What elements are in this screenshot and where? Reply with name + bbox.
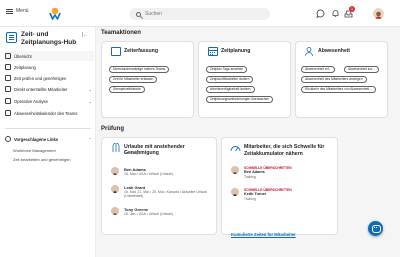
workday-logo-icon[interactable]: [49, 7, 61, 20]
sidebar-item-scheduling[interactable]: Zeitplanung: [5, 62, 94, 72]
sidebar-divider: [5, 128, 91, 129]
action-enter-time[interactable]: Zeit für Mitarbeiter erfassen: [109, 76, 158, 83]
time-off-icon: [112, 143, 120, 152]
sidebar-item-label: Abwesenheitskalender des Teams: [14, 110, 78, 116]
search-icon: [136, 11, 141, 17]
notification-badge: 1: [349, 6, 355, 12]
chevron-down-icon: ⌄: [88, 86, 92, 92]
action-overtime-requests[interactable]: Überstundenanträge meines Teams: [109, 66, 170, 73]
suggested-links-label: Vorgeschlagene Links: [14, 136, 59, 142]
calendar-icon: [5, 64, 11, 70]
page: Menü 1 Zeit- und Zeitp: [0, 0, 400, 257]
sidebar: Zeit- und Zeitplanungs-Hub |← Übersicht …: [0, 27, 96, 257]
suggested-links-header[interactable]: Vorgeschlagene Links ⌃: [5, 134, 94, 144]
action-correct-absence[interactable]: Abwesenheit kor...: [344, 66, 379, 73]
threshold-title: Mitarbeiter, die sich Schwelle für Zeita…: [244, 144, 325, 157]
action-return-from-leave[interactable]: Rückkehr des Mitarbeiters von Abwesenhei…: [301, 86, 376, 93]
person-team: Training: [244, 196, 256, 201]
person-meta: 16. Mai • USA • Urlaub (Urlaub): [124, 172, 173, 176]
clock-check-icon: [5, 75, 11, 81]
calendar-icon: [208, 47, 218, 56]
card-time-tracking: Zeiterfassung Überstundenanträge meines …: [101, 41, 194, 118]
hub-icon: [6, 32, 17, 43]
chart-icon: [5, 98, 11, 104]
sidebar-item-label: Übersicht: [14, 53, 32, 59]
card-accumulator-threshold: Mitarbeiter, die sich Schwelle für Zeita…: [221, 137, 338, 237]
avatar: [111, 185, 119, 193]
card-title: Abwesenheit: [318, 48, 350, 54]
avatar: [231, 166, 239, 174]
people-icon: [5, 86, 11, 92]
gauge-icon: [230, 146, 241, 152]
sidebar-item-direct-reports[interactable]: Direkt unterstellte Mitarbeiter ⌄: [5, 84, 94, 94]
sidebar-item-label: Zeitplanung: [14, 64, 36, 70]
card-pending-approvals: Urlaube mit anstehender Genehmigung 3 An…: [101, 137, 217, 235]
sidebar-item-label: Zeit prüfen und genehmigen: [14, 75, 67, 81]
person-meta: 16. Mai, 21. Mai • 25. Mai • Kanada • Ak…: [124, 190, 207, 199]
card-scheduling: Zeitplanung Zeitplan Tags ansehen Zeitpl…: [198, 41, 291, 118]
menu-button[interactable]: Menü: [6, 8, 29, 14]
menu-label: Menü: [16, 8, 29, 14]
action-view-schedule[interactable]: Zeitplan Tags ansehen: [206, 66, 248, 73]
chevron-down-icon: ⌄: [88, 98, 92, 104]
hub-title: Zeit- und Zeitplanungs-Hub: [21, 31, 77, 46]
action-view-worker-absence[interactable]: Abwesenheit des Mitarbeiters anzeigen: [301, 76, 367, 83]
top-bar: Menü 1: [0, 0, 400, 27]
sidebar-item-label: Operative Analyse: [14, 98, 48, 104]
sidebar-item-absence-calendar[interactable]: Abwesenheitskalender des Teams: [5, 108, 94, 118]
sidebar-item-operational-analysis[interactable]: Operative Analyse ⌄: [5, 96, 94, 106]
sidebar-item-overview[interactable]: Übersicht: [5, 51, 94, 61]
action-punch-history[interactable]: Stempelzeithistorie: [109, 86, 145, 93]
avatar: [111, 167, 119, 175]
card-title: Zeiterfassung: [124, 48, 159, 54]
user-avatar-image: [374, 11, 383, 19]
link-workforce-management[interactable]: Workforce Management: [13, 148, 56, 153]
action-change-schedule[interactable]: Zeitplan/Mitarbeiter ändern: [206, 76, 254, 83]
chat-icon[interactable]: [316, 9, 325, 18]
link-icon: [5, 136, 11, 142]
search-bar[interactable]: [129, 8, 270, 20]
home-icon: [5, 53, 11, 59]
approvals-count: 3 Anträge: [124, 151, 141, 155]
sidebar-header: Zeit- und Zeitplanungs-Hub: [6, 31, 94, 47]
absence-icon: [305, 47, 313, 56]
chevron-up-icon: ⌃: [88, 136, 92, 142]
search-input[interactable]: [145, 11, 255, 17]
user-avatar[interactable]: [373, 8, 384, 19]
action-enter-absence[interactable]: Abwesenheit erf...: [301, 66, 336, 73]
sidebar-item-review-time[interactable]: Zeit prüfen und genehmigen: [5, 73, 94, 83]
person-team: Training: [244, 174, 256, 179]
card-title: Zeitplanung: [221, 48, 251, 54]
team-actions-heading: Teamaktionen: [101, 30, 141, 36]
assistant-chat-button[interactable]: [368, 221, 383, 236]
person-meta: 16. Jan • USA • Urlaub (Urlaub): [124, 212, 173, 216]
sidebar-item-label: Direkt unterstellte Mitarbeiter: [14, 86, 68, 92]
action-change-availability[interactable]: Arbeitsverfügbarkeit ändern: [206, 86, 255, 93]
card-absence: Abwesenheit Abwesenheit erf... Abwesenhe…: [295, 41, 388, 118]
bell-icon[interactable]: [331, 9, 340, 18]
hamburger-icon: [6, 8, 13, 14]
action-monitor-requests[interactable]: Zeitplanungsanforderungen überwachen: [206, 96, 274, 103]
calendar-people-icon: [5, 110, 11, 116]
collapse-sidebar-icon[interactable]: |←: [82, 32, 88, 38]
avatar: [111, 207, 119, 215]
accumulated-time-link[interactable]: Kumulierte Zeiten für Mitarbeiter: [231, 232, 296, 237]
link-edit-approve-time[interactable]: Zeit bearbeiten und genehmigen: [13, 157, 71, 162]
timesheet-icon: [111, 47, 121, 56]
review-heading: Prüfung: [101, 126, 124, 132]
avatar: [231, 188, 239, 196]
